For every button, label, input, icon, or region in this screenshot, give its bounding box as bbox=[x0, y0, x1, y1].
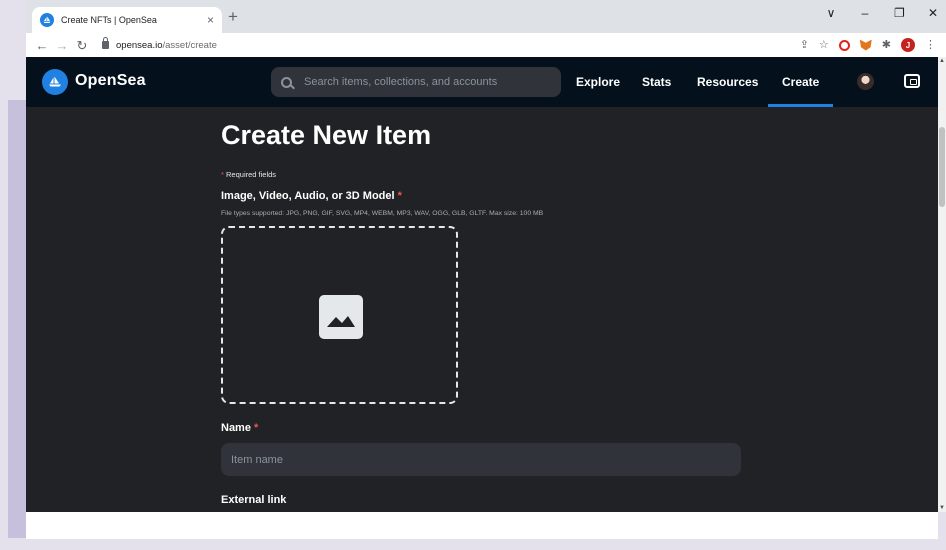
browser-window: Create NFTs | OpenSea × + ∨ – ❐ ✕ ← → ↻ … bbox=[26, 0, 946, 512]
nav-explore[interactable]: Explore bbox=[576, 57, 620, 107]
opensea-logo-icon[interactable] bbox=[42, 69, 68, 95]
background-band bbox=[26, 512, 938, 539]
tab-close-icon[interactable]: × bbox=[207, 14, 214, 26]
url-host: opensea.io bbox=[116, 39, 163, 51]
new-tab-button[interactable]: + bbox=[228, 8, 238, 25]
search-icon bbox=[281, 76, 292, 88]
back-arrow-icon[interactable]: ← bbox=[32, 39, 52, 52]
close-window-button[interactable]: ✕ bbox=[928, 6, 938, 20]
bookmark-star-icon[interactable]: ☆ bbox=[819, 39, 829, 51]
upload-file-types-hint: File types supported: JPG, PNG, GIF, SVG… bbox=[221, 210, 544, 217]
user-avatar[interactable] bbox=[857, 73, 874, 90]
upload-label-text: Image, Video, Audio, or 3D Model bbox=[221, 190, 395, 202]
image-placeholder-icon bbox=[319, 295, 363, 339]
search-placeholder: Search items, collections, and accounts bbox=[304, 76, 498, 88]
tab-strip: Create NFTs | OpenSea × + ∨ – ❐ ✕ bbox=[26, 0, 946, 33]
browser-toolbar: ← → ↻ opensea.io/asset/create ⇪ ☆ ✱ J ⋮ bbox=[26, 33, 946, 57]
browser-menu-icon[interactable]: ⋮ bbox=[925, 39, 936, 51]
profile-avatar[interactable]: J bbox=[901, 38, 915, 52]
opensea-favicon-icon bbox=[40, 13, 54, 27]
forward-arrow-icon[interactable]: → bbox=[52, 39, 72, 52]
nav-resources[interactable]: Resources bbox=[697, 57, 758, 107]
lock-icon[interactable] bbox=[102, 37, 109, 49]
opera-extension-icon[interactable] bbox=[838, 39, 850, 51]
required-fields-text: Required fields bbox=[226, 170, 277, 179]
restore-button[interactable]: ❐ bbox=[894, 6, 905, 20]
scroll-down-arrow-icon[interactable]: ▼ bbox=[939, 505, 945, 511]
share-icon[interactable]: ⇪ bbox=[800, 39, 809, 51]
page-scrollbar[interactable]: ▲ ▼ bbox=[938, 57, 946, 512]
required-fields-note: * Required fields bbox=[221, 170, 276, 179]
name-label-text: Name bbox=[221, 422, 251, 434]
media-upload-dropzone[interactable] bbox=[221, 226, 458, 404]
external-link-label: External link bbox=[221, 494, 287, 506]
brand-name[interactable]: OpenSea bbox=[75, 72, 146, 90]
required-star: * bbox=[221, 170, 224, 179]
scrollbar-thumb[interactable] bbox=[939, 127, 945, 207]
site-search-bar[interactable]: Search items, collections, and accounts bbox=[271, 67, 561, 97]
minimize-button[interactable]: – bbox=[860, 6, 870, 20]
page-title: Create New Item bbox=[221, 120, 432, 150]
name-label: Name * bbox=[221, 422, 258, 434]
toolbar-icons: ⇪ ☆ ✱ J ⋮ bbox=[800, 38, 940, 52]
upload-label: Image, Video, Audio, or 3D Model * bbox=[221, 190, 402, 202]
required-star: * bbox=[254, 422, 259, 434]
metamask-extension-icon[interactable] bbox=[859, 39, 872, 51]
site-header: OpenSea Search items, collections, and a… bbox=[26, 57, 938, 107]
wallet-icon[interactable] bbox=[904, 74, 920, 88]
browser-tab[interactable]: Create NFTs | OpenSea × bbox=[32, 7, 222, 33]
address-bar[interactable]: opensea.io/asset/create bbox=[92, 35, 800, 55]
scroll-up-arrow-icon[interactable]: ▲ bbox=[939, 58, 945, 64]
reload-icon[interactable]: ↻ bbox=[72, 39, 92, 52]
item-name-input[interactable] bbox=[221, 443, 741, 476]
tab-search-icon[interactable]: ∨ bbox=[826, 6, 836, 20]
nav-create[interactable]: Create bbox=[767, 57, 834, 107]
create-item-page: Create New Item * Required fields Image,… bbox=[26, 107, 938, 512]
window-controls: ∨ – ❐ ✕ bbox=[826, 6, 938, 20]
tab-title: Create NFTs | OpenSea bbox=[61, 15, 157, 25]
required-star: * bbox=[397, 190, 402, 202]
extensions-puzzle-icon[interactable]: ✱ bbox=[882, 39, 891, 51]
nav-stats[interactable]: Stats bbox=[642, 57, 671, 107]
url-path: /asset/create bbox=[162, 39, 217, 51]
